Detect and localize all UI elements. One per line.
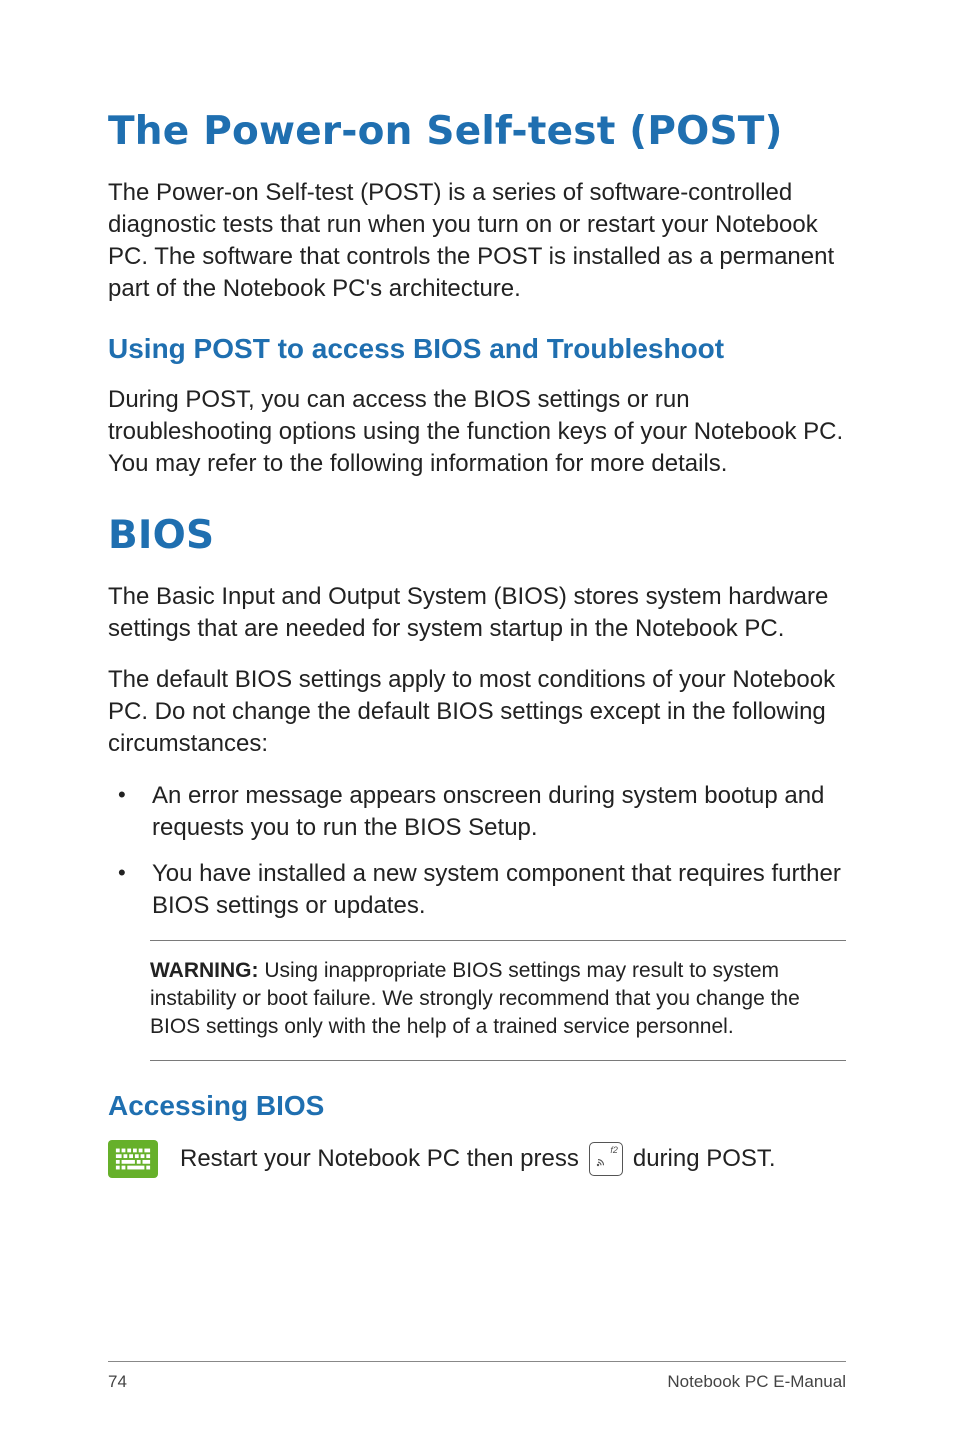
bullet-list: An error message appears onscreen during… bbox=[108, 780, 846, 922]
heading-post: The Power-on Self-test (POST) bbox=[108, 110, 846, 155]
subheading-using-post: Using POST to access BIOS and Troublesho… bbox=[108, 332, 846, 366]
body-paragraph: During POST, you can access the BIOS set… bbox=[108, 384, 846, 480]
heading-bios: BIOS bbox=[108, 514, 846, 559]
keyboard-icon bbox=[108, 1140, 158, 1178]
body-paragraph: The Power-on Self-test (POST) is a serie… bbox=[108, 177, 846, 305]
list-item: You have installed a new system componen… bbox=[108, 858, 846, 922]
warning-label: WARNING: bbox=[150, 959, 259, 982]
keycap-fn-label: f2 bbox=[610, 1145, 618, 1157]
subheading-accessing-bios: Accessing BIOS bbox=[108, 1089, 846, 1123]
page-footer: 74 Notebook PC E-Manual bbox=[108, 1361, 846, 1392]
warning-callout: WARNING: Using inappropriate BIOS settin… bbox=[150, 940, 846, 1061]
body-paragraph: The Basic Input and Output System (BIOS)… bbox=[108, 581, 846, 645]
accessing-bios-text: Restart your Notebook PC then press f2 d… bbox=[180, 1142, 776, 1176]
manual-page: The Power-on Self-test (POST) The Power-… bbox=[0, 0, 954, 1438]
list-item: An error message appears onscreen during… bbox=[108, 780, 846, 844]
accessing-suffix: during POST. bbox=[633, 1143, 776, 1175]
accessing-bios-row: Restart your Notebook PC then press f2 d… bbox=[108, 1140, 846, 1178]
body-paragraph: The default BIOS settings apply to most … bbox=[108, 664, 846, 760]
footer-label: Notebook PC E-Manual bbox=[667, 1372, 846, 1392]
wifi-icon bbox=[595, 1157, 607, 1172]
page-number: 74 bbox=[108, 1372, 127, 1392]
accessing-prefix: Restart your Notebook PC then press bbox=[180, 1143, 579, 1175]
f2-keycap-icon: f2 bbox=[589, 1142, 623, 1176]
